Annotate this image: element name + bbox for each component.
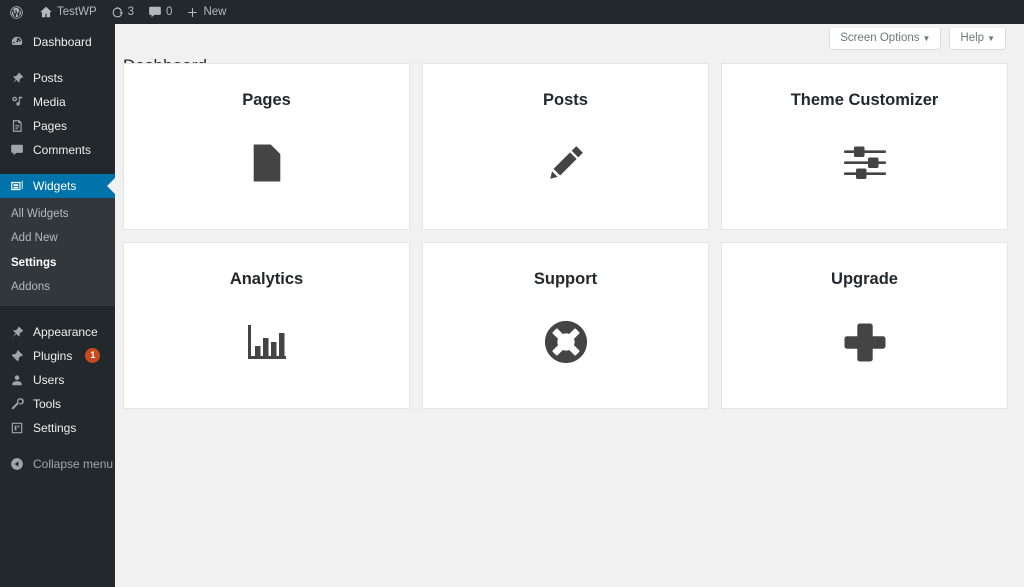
submenu-item-settings[interactable]: Settings [0, 251, 115, 275]
sidebar-item-label: Settings [33, 420, 77, 435]
sidebar-item-settings[interactable]: Settings [0, 416, 115, 440]
sidebar-item-label: Dashboard [33, 35, 92, 49]
sidebar-item-widgets[interactable]: Widgets [0, 174, 115, 198]
card-pages[interactable]: Pages [123, 63, 410, 230]
screen-options-button[interactable]: Screen Options ▼ [829, 28, 942, 50]
sidebar-item-label: Posts [33, 71, 64, 85]
card-upgrade[interactable]: Upgrade [721, 242, 1008, 409]
collapse-icon [9, 456, 25, 472]
main-content: Screen Options▼ Help▼ Dashboard Pages Po… [115, 24, 1024, 587]
card-title: Theme Customizer [790, 91, 939, 109]
adminbar-new-label: New [203, 6, 227, 18]
plus-thick-icon [838, 315, 892, 369]
lifebuoy-icon [539, 315, 593, 369]
screen-meta-links: Screen Options ▼ Help ▼ [829, 28, 1006, 50]
media-icon [9, 94, 25, 110]
dashboard-cards-grid: Pages Posts Theme Customizer Analytics S… [123, 63, 1017, 409]
sidebar-item-label: Users [33, 372, 65, 387]
sidebar-item-posts[interactable]: Posts [0, 66, 115, 90]
sidebar-active-arrow-icon [107, 178, 115, 194]
help-label: Help [960, 32, 985, 44]
comment-icon [9, 142, 25, 158]
sidebar-item-appearance[interactable]: Appearance [0, 320, 115, 344]
sidebar-item-label: Appearance [33, 324, 98, 339]
card-posts[interactable]: Posts [422, 63, 709, 230]
card-title: Posts [543, 91, 588, 109]
screen-options-label: Screen Options [840, 32, 920, 44]
pencil-icon [539, 136, 593, 190]
card-title: Pages [242, 91, 291, 109]
admin-sidebar: Dashboard Posts Media Pages Comments Wid… [0, 24, 115, 587]
settings-icon [9, 420, 25, 436]
adminbar-updates[interactable]: 3 [104, 0, 141, 24]
adminbar-comments-count: 0 [166, 6, 173, 18]
card-title: Analytics [229, 270, 304, 288]
adminbar-wordpress-logo[interactable] [0, 0, 32, 24]
card-theme-customizer[interactable]: Theme Customizer [721, 63, 1008, 230]
plus-icon [186, 6, 199, 19]
sidebar-item-collapse-menu[interactable]: Collapse menu [0, 452, 115, 476]
wordpress-logo-icon [9, 5, 24, 20]
submenu-item-addons[interactable]: Addons [0, 275, 115, 299]
sidebar-item-media[interactable]: Media [0, 90, 115, 114]
adminbar-site-label: TestWP [57, 6, 97, 18]
card-title: Support [533, 270, 598, 288]
card-analytics[interactable]: Analytics [123, 242, 410, 409]
pin-icon [9, 70, 25, 86]
submenu-item-all-widgets[interactable]: All Widgets [0, 202, 115, 226]
adminbar-updates-count: 3 [127, 6, 135, 18]
sidebar-item-plugins[interactable]: Plugins 1 [0, 344, 115, 368]
adminbar-new-content[interactable]: New [179, 0, 233, 24]
sidebar-item-users[interactable]: Users [0, 368, 115, 392]
adminbar-site-name[interactable]: TestWP [32, 0, 104, 24]
sidebar-item-label: Collapse menu [33, 456, 114, 471]
comments-icon [148, 5, 162, 19]
card-support[interactable]: Support [422, 242, 709, 409]
page-icon [9, 118, 25, 134]
plugins-icon [9, 348, 25, 364]
sidebar-item-label: Comments [33, 143, 92, 157]
sidebar-item-tools[interactable]: Tools [0, 392, 115, 416]
updates-icon [111, 6, 124, 19]
plugins-update-badge: 1 [85, 348, 101, 364]
sidebar-item-dashboard[interactable]: Dashboard [0, 30, 115, 54]
widgets-icon [9, 178, 25, 194]
sidebar-item-label: Tools [33, 396, 62, 411]
card-title: Upgrade [831, 270, 898, 288]
appearance-icon [9, 324, 25, 340]
document-icon [240, 136, 294, 190]
sidebar-item-label: Widgets [33, 179, 77, 193]
users-icon [9, 372, 25, 388]
adminbar-comments[interactable]: 0 [141, 0, 179, 24]
sidebar-item-label: Plugins [33, 348, 73, 363]
chevron-down-icon: ▼ [922, 34, 931, 43]
sidebar-item-label: Pages [33, 119, 68, 133]
chevron-down-icon: ▼ [987, 34, 995, 43]
sliders-icon [838, 136, 892, 190]
sidebar-item-label: Media [33, 95, 66, 109]
sidebar-item-comments[interactable]: Comments [0, 138, 115, 162]
sidebar-item-pages[interactable]: Pages [0, 114, 115, 138]
dashboard-icon [9, 34, 25, 50]
admin-bar: TestWP 3 0 New [0, 0, 1024, 24]
home-icon [39, 5, 53, 19]
tools-icon [9, 396, 25, 412]
sidebar-submenu-widgets: All Widgets Add New Settings Addons [0, 198, 115, 306]
submenu-item-add-new[interactable]: Add New [0, 226, 115, 250]
help-button[interactable]: Help ▼ [949, 28, 1006, 50]
bar-chart-icon [240, 315, 294, 369]
